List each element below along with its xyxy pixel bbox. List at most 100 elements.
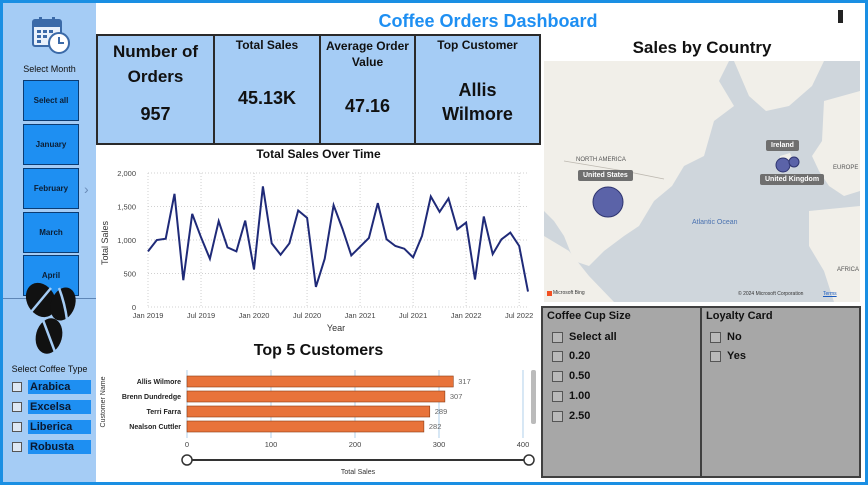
option-label: No: [727, 331, 742, 343]
x-tick-label: 300: [433, 440, 446, 449]
category-label: Terri Farra: [147, 409, 182, 416]
checkbox[interactable]: [12, 381, 22, 392]
x-tick-label: Jan 2020: [239, 311, 270, 320]
slicer-option-0-20[interactable]: 0.20: [552, 350, 590, 362]
slicer-title: Coffee Cup Size: [547, 310, 631, 322]
x-tick-label: Jan 2019: [133, 311, 164, 320]
data-label: 307: [450, 392, 463, 401]
x-tick-label: Jan 2022: [451, 311, 482, 320]
slicer-option-no[interactable]: No: [710, 331, 742, 343]
coffee-type-label: Robusta: [28, 439, 91, 454]
customer-bar[interactable]: [186, 405, 431, 418]
united-kingdom-bubble[interactable]: [775, 157, 791, 173]
kpi-label: Average Order Value: [326, 39, 409, 69]
region-label: AFRICA: [837, 267, 860, 273]
united-states-bubble[interactable]: [592, 186, 624, 218]
option-label: 2.50: [569, 410, 591, 422]
checkbox[interactable]: [552, 370, 563, 382]
y-axis-label: Customer Name: [100, 376, 107, 427]
option-label: Select all: [569, 331, 617, 343]
kpi-value: 957: [140, 104, 171, 124]
checkbox[interactable]: [710, 350, 721, 362]
region-label: EUROPE: [833, 165, 859, 171]
checkbox[interactable]: [552, 350, 563, 362]
coffee-type-excelsa[interactable]: Excelsa: [12, 399, 96, 414]
slicer-option-0-50[interactable]: 0.50: [552, 370, 590, 382]
checkbox[interactable]: [12, 441, 22, 452]
chevron-right-icon[interactable]: ›: [84, 181, 89, 197]
data-label: 317: [458, 377, 471, 386]
region-label: NORTH AMERICA: [576, 157, 626, 163]
kpi-total-sales: Total Sales 45.13K: [213, 34, 321, 145]
sales-over-time-chart[interactable]: 05001,0001,5002,000 Jan 2019 Jul 2019 Jan …: [96, 163, 541, 335]
country-tooltip-ireland: Ireland: [766, 140, 799, 151]
coffee-type-liberica[interactable]: Liberica: [12, 419, 96, 434]
month-button-march[interactable]: March: [23, 212, 79, 253]
bing-label: Microsoft Bing: [553, 290, 585, 296]
map-terms-link[interactable]: Terms: [823, 291, 837, 297]
map-attribution: © 2024 Microsoft Corporation: [738, 291, 804, 297]
x-tick-label: 200: [349, 440, 362, 449]
kpi-value: Allis Wilmore: [442, 80, 513, 124]
checkbox[interactable]: [710, 331, 721, 343]
month-button-february[interactable]: February: [23, 168, 79, 209]
x-tick-label: Jul 2020: [293, 311, 321, 320]
select-coffee-type-label: Select Coffee Type: [11, 364, 88, 374]
customer-bar[interactable]: [186, 375, 454, 388]
y-tick-label: 1,500: [117, 203, 136, 212]
kpi-value: 47.16: [344, 96, 391, 116]
slicer-option-yes[interactable]: Yes: [710, 350, 746, 362]
coffee-type-arabica[interactable]: Arabica: [12, 379, 96, 394]
dashboard-title: Coffee Orders Dashboard: [378, 11, 598, 31]
checkbox[interactable]: [552, 390, 563, 402]
x-axis-label: Year: [327, 323, 345, 333]
coffee-type-label: Arabica: [28, 379, 91, 394]
slicer-option-2-50[interactable]: 2.50: [552, 410, 590, 422]
checkbox[interactable]: [12, 421, 22, 432]
scrollbar-thumb[interactable]: [838, 10, 843, 23]
coffee-type-robusta[interactable]: Robusta: [12, 439, 96, 454]
category-label: Nealson Cuttler: [129, 424, 181, 431]
coffee-type-label: Liberica: [28, 419, 91, 434]
ireland-bubble[interactable]: [788, 156, 800, 168]
range-slider-start-handle[interactable]: [181, 454, 193, 466]
sales-line-series[interactable]: [147, 186, 529, 292]
sales-by-country-map[interactable]: NORTH AMERICA EUROPE AFRICA Atlantic Oce…: [544, 61, 860, 302]
category-label: Brenn Dundredge: [122, 394, 181, 401]
data-label: 289: [435, 407, 448, 416]
slicer-option-select-all[interactable]: Select all: [552, 331, 617, 343]
coffee-beans-icon: [25, 282, 76, 354]
kpi-top-customer: Top Customer Allis Wilmore: [414, 34, 541, 145]
checkbox[interactable]: [12, 401, 22, 412]
month-button-select-all[interactable]: Select all: [23, 80, 79, 121]
y-tick-label: 500: [123, 270, 136, 279]
x-tick-label: Jan 2021: [345, 311, 376, 320]
option-label: 0.20: [569, 350, 591, 362]
top-customers-chart[interactable]: 0 100 200 300 400 Allis Wilmore 317 Brenn Dund…: [96, 362, 541, 480]
kpi-average-order-value: Average Order Value 47.16: [319, 34, 416, 145]
checkbox[interactable]: [552, 331, 563, 343]
country-tooltip-united-states: United States: [578, 170, 633, 181]
loyalty-card-slicer: Loyalty Card No Yes: [700, 306, 861, 478]
slicer-option-1-00[interactable]: 1.00: [552, 390, 590, 402]
range-slider-end-handle[interactable]: [523, 454, 535, 466]
x-tick-label: Jul 2022: [505, 311, 533, 320]
kpi-value: 45.13K: [237, 88, 297, 108]
chart-scrollbar[interactable]: [531, 370, 536, 424]
customer-bar[interactable]: [186, 420, 425, 433]
country-tooltip-united-kingdom: United Kingdom: [760, 174, 825, 185]
kpi-label: Total Sales: [235, 38, 299, 52]
kpi-label: Number of Orders: [113, 42, 198, 86]
coffee-type-label: Excelsa: [28, 399, 91, 414]
sidebar: Select Month Select all January February…: [3, 3, 96, 482]
checkbox[interactable]: [552, 410, 563, 422]
y-tick-label: 2,000: [117, 169, 136, 178]
data-label: 282: [429, 422, 442, 431]
customer-bar[interactable]: [186, 390, 446, 403]
x-tick-label: Jul 2019: [187, 311, 215, 320]
y-tick-label: 1,000: [117, 236, 136, 245]
line-chart-title: Total Sales Over Time: [256, 147, 381, 161]
y-axis-label: Total Sales: [100, 220, 110, 265]
month-button-january[interactable]: January: [23, 124, 79, 165]
x-axis-label: Total Sales: [341, 469, 376, 476]
